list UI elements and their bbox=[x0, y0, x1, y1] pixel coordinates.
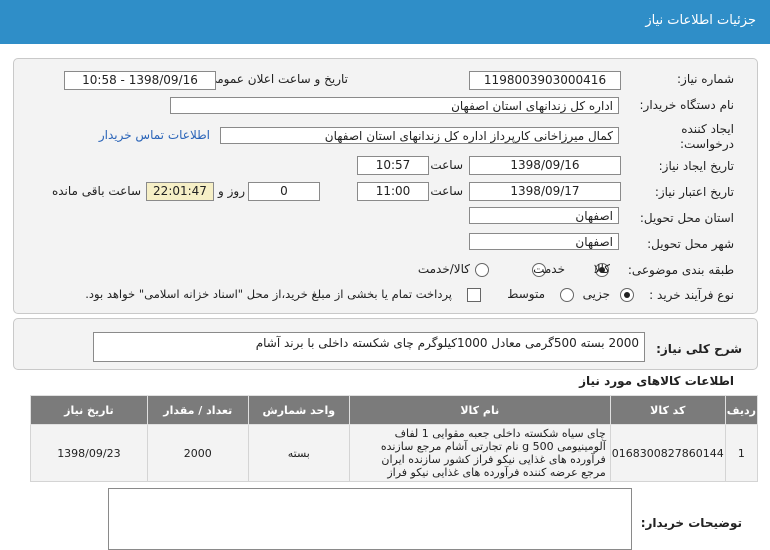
validity-date-field: 1398/09/17 bbox=[469, 182, 621, 201]
cell-row: 1 bbox=[724, 424, 759, 482]
announce-date-field: 1398/09/16 - 10:58 bbox=[64, 71, 216, 90]
remaining-time-field: 22:01:47 bbox=[146, 182, 214, 201]
creator-field: کمال میرزاخانی کارپرداز اداره کل زندانها… bbox=[220, 127, 619, 144]
validity-time-field: 11:00 bbox=[357, 182, 429, 201]
city-field: اصفهان bbox=[469, 233, 619, 250]
col-qty: تعداد / مقدار bbox=[146, 395, 249, 425]
process-option-minor: جزیی bbox=[582, 287, 610, 301]
col-code: کد کالا bbox=[609, 395, 726, 425]
col-row: ردیف bbox=[724, 395, 759, 425]
cell-qty: 2000 bbox=[146, 424, 249, 482]
goods-table-header: ردیف کد کالا نام کالا واحد شمارش تعداد /… bbox=[30, 395, 759, 425]
page-title: جزئیات اطلاعات نیاز bbox=[645, 13, 756, 28]
buyer-notes-field bbox=[108, 488, 632, 550]
need-number-label: شماره نیاز: bbox=[677, 72, 734, 86]
creator-label-line1: ایجاد کننده bbox=[681, 122, 734, 136]
category-option-goods: کالا bbox=[593, 262, 610, 276]
province-field: اصفهان bbox=[469, 207, 619, 224]
col-unit: واحد شمارش bbox=[247, 395, 350, 425]
process-radio-medium[interactable] bbox=[560, 288, 574, 302]
process-type-label: نوع فرآیند خرید : bbox=[649, 288, 734, 302]
create-time-field: 10:57 bbox=[357, 156, 429, 175]
table-row: 1 0168300827860144 چای سیاه شکسته داخلی … bbox=[30, 424, 759, 482]
goods-section-title: اطلاعات کالاهای مورد نیاز bbox=[579, 374, 734, 388]
col-date: تاریخ نیاز bbox=[30, 395, 148, 425]
category-radio-goods-service[interactable] bbox=[475, 263, 489, 277]
cell-code: 0168300827860144 bbox=[609, 424, 726, 482]
category-option-service: خدمت bbox=[533, 262, 565, 276]
create-time-label: ساعت bbox=[430, 158, 463, 172]
province-label: استان محل تحویل: bbox=[639, 211, 734, 225]
process-radio-minor[interactable] bbox=[620, 288, 634, 302]
remaining-days-field: 0 bbox=[248, 182, 320, 201]
process-option-medium: متوسط bbox=[507, 287, 545, 301]
category-label: طبقه بندی موضوعی: bbox=[627, 263, 734, 277]
col-name: نام کالا bbox=[348, 395, 611, 425]
validity-time-label: ساعت bbox=[430, 184, 463, 198]
buyer-notes-label: توضیحات خریدار: bbox=[640, 516, 742, 530]
summary-field: 2000 بسته 500گرمی معادل 1000کیلوگرم چای … bbox=[93, 332, 645, 362]
treasury-payment-checkbox[interactable] bbox=[467, 288, 481, 302]
create-date-label: تاریخ ایجاد نیاز: bbox=[658, 159, 734, 173]
remaining-time-label: ساعت باقی مانده bbox=[51, 184, 141, 198]
summary-label: شرح کلی نیاز: bbox=[656, 342, 742, 356]
create-date-field: 1398/09/16 bbox=[469, 156, 621, 175]
announce-date-label: تاریخ و ساعت اعلان عمومی: bbox=[203, 72, 348, 86]
page-header: جزئیات اطلاعات نیاز bbox=[0, 0, 770, 44]
category-option-goods-service: کالا/خدمت bbox=[417, 262, 470, 276]
remaining-days-label: روز و bbox=[218, 184, 245, 198]
cell-date: 1398/09/23 bbox=[30, 424, 148, 482]
need-number-field: 1198003903000416 bbox=[469, 71, 621, 90]
goods-table: ردیف کد کالا نام کالا واحد شمارش تعداد /… bbox=[30, 395, 759, 482]
validity-date-label: تاریخ اعتبار نیاز: bbox=[654, 185, 734, 199]
cell-name: چای سیاه شکسته داخلی جعبه مقوایی 1 لفاف … bbox=[348, 424, 611, 482]
buyer-org-label: نام دستگاه خریدار: bbox=[639, 98, 735, 112]
buyer-contact-link[interactable]: اطلاعات تماس خریدار bbox=[99, 128, 210, 142]
treasury-payment-note: پرداخت تمام یا بخشی از مبلغ خرید،از محل … bbox=[85, 287, 452, 301]
cell-unit: بسته bbox=[247, 424, 350, 482]
buyer-org-field: اداره کل زندانهای استان اصفهان bbox=[170, 97, 619, 114]
creator-label-line2: درخواست: bbox=[680, 137, 734, 151]
city-label: شهر محل تحویل: bbox=[647, 237, 734, 251]
